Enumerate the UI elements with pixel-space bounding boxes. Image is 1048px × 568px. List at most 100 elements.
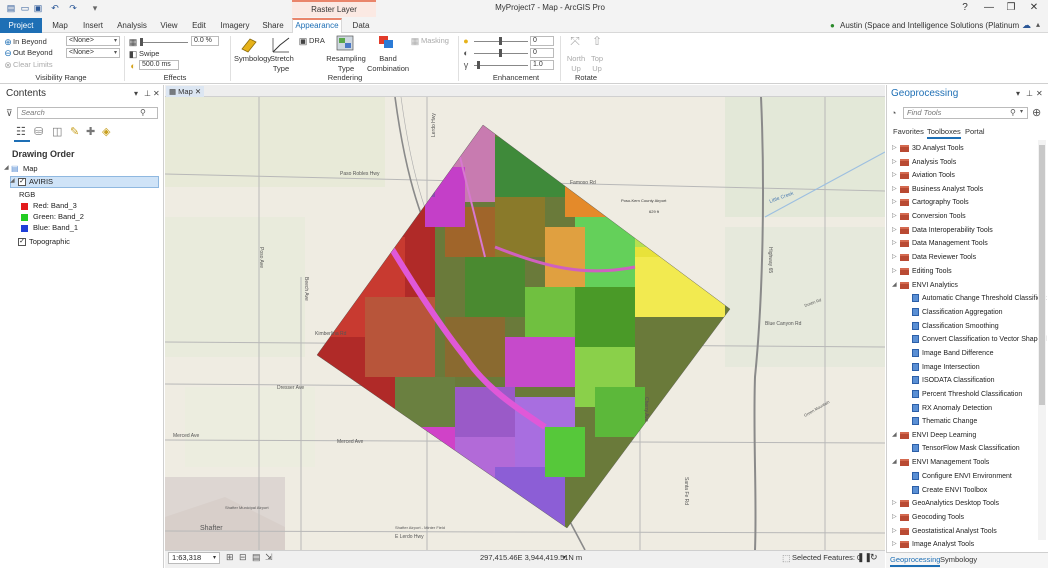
expand-toolbox-toggle[interactable]: ▷: [892, 171, 897, 180]
redo-icon[interactable]: ↷: [68, 3, 78, 13]
swipe-button[interactable]: Swipe: [139, 49, 159, 59]
tab-analysis[interactable]: Analysis: [114, 18, 150, 33]
collapse-toolbox-toggle[interactable]: ◢: [892, 281, 897, 290]
toolbox-item[interactable]: Data Management Tools: [912, 239, 988, 248]
clear-limits-button[interactable]: Clear Limits: [13, 60, 53, 70]
top-up-button[interactable]: Top Up: [588, 54, 606, 74]
tab-view[interactable]: View: [156, 18, 182, 33]
expand-toolbox-toggle[interactable]: ▷: [892, 540, 897, 549]
expand-toolbox-toggle[interactable]: ▷: [892, 499, 897, 508]
topographic-visibility-checkbox[interactable]: ✓: [18, 238, 26, 246]
expand-toolbox-toggle[interactable]: ▷: [892, 226, 897, 235]
navigator-icon[interactable]: ⇲: [265, 552, 273, 562]
tab-toolboxes[interactable]: Toolboxes: [927, 127, 961, 139]
tool-item[interactable]: Classification Smoothing: [922, 322, 999, 331]
new-project-icon[interactable]: ▤: [6, 3, 16, 13]
toolbox-item[interactable]: Image Analyst Tools: [912, 540, 974, 548]
gp-search-icon[interactable]: ⚲: [1010, 108, 1016, 117]
pane-options-icon[interactable]: ▾: [134, 89, 138, 99]
tab-edit[interactable]: Edit: [188, 18, 210, 33]
expand-toolbox-toggle[interactable]: ▷: [892, 198, 897, 207]
close-pane-icon[interactable]: ✕: [153, 89, 160, 99]
map-node-label[interactable]: Map: [23, 164, 38, 174]
expand-toolbox-toggle[interactable]: ▷: [892, 267, 897, 276]
tab-symbology-pane[interactable]: Symbology: [940, 555, 977, 565]
band-combination-button[interactable]: Band Combination: [366, 54, 410, 74]
map-view[interactable]: Paso Robles Hwy Lerdo Hwy Kimberlina Rd …: [165, 97, 885, 550]
search-icon[interactable]: ⚲: [140, 108, 146, 117]
tool-item[interactable]: Configure ENVI Environment: [922, 472, 1012, 481]
expand-map-toggle[interactable]: ◢: [4, 164, 9, 173]
aviris-visibility-checkbox[interactable]: ✓: [18, 178, 26, 186]
ribbon-collapse-icon[interactable]: ▴: [1036, 20, 1040, 29]
tab-data[interactable]: Data: [348, 18, 374, 33]
tool-item[interactable]: Image Intersection: [922, 363, 980, 372]
toolbox-item[interactable]: Data Reviewer Tools: [912, 253, 976, 262]
tool-item[interactable]: Convert Classification to Vector Shapefi…: [922, 335, 1047, 344]
tool-item[interactable]: Image Band Difference: [922, 349, 993, 358]
list-by-source-icon[interactable]: ⛁: [34, 125, 43, 138]
minimize-button[interactable]: —: [982, 2, 996, 14]
tab-insert[interactable]: Insert: [78, 18, 108, 33]
open-project-icon[interactable]: ▭: [20, 3, 30, 13]
filter-icon[interactable]: ⊽: [6, 108, 13, 119]
toolbox-item[interactable]: Conversion Tools: [912, 212, 966, 221]
help-button[interactable]: ?: [958, 2, 972, 14]
tab-appearance[interactable]: Appearance: [292, 18, 342, 34]
gp-back-icon[interactable]: ◔: [891, 108, 896, 118]
aviris-layer-label[interactable]: AVIRIS: [29, 177, 53, 187]
toolbox-item[interactable]: Editing Tools: [912, 267, 952, 276]
gamma-slider[interactable]: [474, 65, 528, 66]
coordinate-dropdown-icon[interactable]: ▾: [563, 553, 566, 563]
dra-button[interactable]: DRA: [309, 36, 325, 46]
grid-icon[interactable]: ⊟: [239, 552, 247, 562]
out-beyond-scale-dropdown[interactable]: <None>: [66, 48, 120, 58]
symbology-button[interactable]: Symbology: [234, 54, 271, 64]
expand-aviris-toggle[interactable]: ◢: [10, 177, 15, 186]
expand-toolbox-toggle[interactable]: ▷: [892, 144, 897, 153]
tab-geoprocessing-pane[interactable]: Geoprocessing: [890, 555, 941, 567]
tool-item[interactable]: Thematic Change: [922, 417, 977, 426]
tab-share[interactable]: Share: [260, 18, 286, 33]
table-icon[interactable]: ▤: [252, 552, 261, 562]
list-by-snapping-icon[interactable]: ✚: [86, 125, 95, 138]
tool-item[interactable]: TensorFlow Mask Classification: [922, 444, 1020, 453]
tool-item[interactable]: RX Anomaly Detection: [922, 404, 992, 413]
close-button[interactable]: ✕: [1027, 2, 1041, 14]
add-tool-icon[interactable]: ⊕: [1032, 106, 1041, 119]
list-by-labeling-icon[interactable]: ◈: [102, 125, 110, 138]
toolbox-envi-analytics[interactable]: ENVI Analytics: [912, 281, 958, 290]
toolbox-item[interactable]: GeoAnalytics Desktop Tools: [912, 499, 999, 508]
pin-icon[interactable]: ⊥: [144, 89, 151, 99]
toolbox-item[interactable]: Analysis Tools: [912, 158, 956, 167]
tab-map[interactable]: Map: [46, 18, 74, 33]
map-view-tab[interactable]: ▦ Map ✕: [166, 86, 204, 97]
list-by-selection-icon[interactable]: ◫: [52, 125, 62, 138]
expand-toolbox-toggle[interactable]: ▷: [892, 253, 897, 262]
north-up-button[interactable]: North Up: [566, 54, 586, 74]
tab-project[interactable]: Project: [0, 18, 42, 33]
transparency-slider[interactable]: [140, 42, 188, 43]
collapse-toolbox-toggle[interactable]: ◢: [892, 431, 897, 440]
masking-button[interactable]: Masking: [421, 36, 449, 46]
toolbox-envi-management[interactable]: ENVI Management Tools: [912, 458, 989, 467]
close-map-tab-icon[interactable]: ✕: [193, 87, 201, 96]
customize-qat-icon[interactable]: ▾: [90, 3, 100, 13]
tool-item[interactable]: ISODATA Classification: [922, 376, 995, 385]
tool-item[interactable]: Create ENVI Toolbox: [922, 486, 987, 495]
transparency-slider-knob[interactable]: [140, 38, 143, 46]
toolbox-item[interactable]: Data Interoperability Tools: [912, 226, 993, 235]
stretch-type-button[interactable]: Stretch Type: [270, 54, 294, 74]
restore-button[interactable]: ❐: [1004, 2, 1018, 14]
brightness-input[interactable]: 0: [530, 36, 554, 46]
refresh-icon[interactable]: ↻: [870, 552, 878, 562]
expand-toolbox-toggle[interactable]: ▷: [892, 527, 897, 536]
gp-close-pane-icon[interactable]: ✕: [1036, 89, 1043, 99]
toolbox-envi-deep-learning[interactable]: ENVI Deep Learning: [912, 431, 976, 440]
gp-search-dropdown-icon[interactable]: ▾: [1020, 108, 1023, 115]
topographic-layer-label[interactable]: Topographic: [29, 237, 70, 247]
expand-toolbox-toggle[interactable]: ▷: [892, 158, 897, 167]
toolbox-item[interactable]: 3D Analyst Tools: [912, 144, 964, 153]
toolbox-item[interactable]: Cartography Tools: [912, 198, 969, 207]
resampling-type-button[interactable]: Resampling Type: [326, 54, 366, 74]
